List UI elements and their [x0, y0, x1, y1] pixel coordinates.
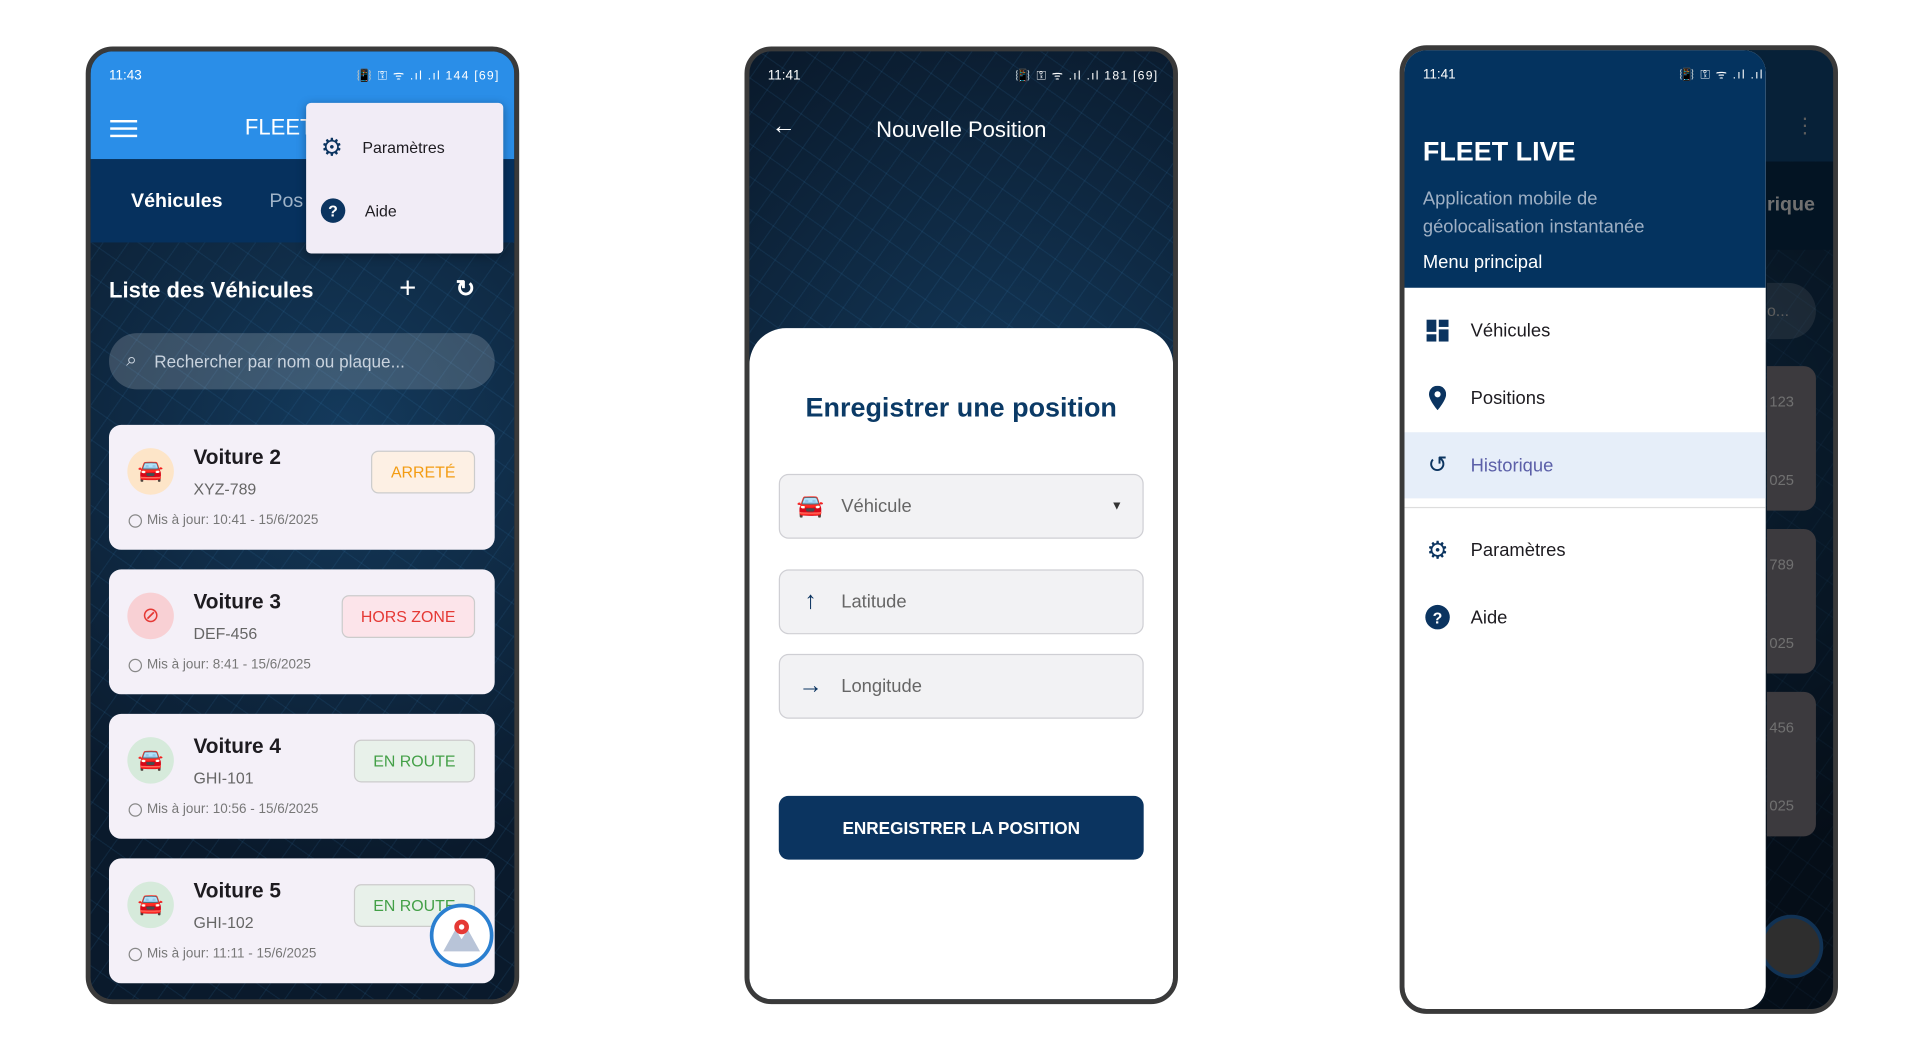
vehicle-plate: GHI-101	[193, 768, 254, 788]
status-bar: 11:41 📳 ⚿ ᯤ .ıl .ıl 24,0 [70]	[1405, 50, 1766, 97]
drawer-title: FLEET LIVE	[1422, 135, 1576, 167]
drawer-item-parametres[interactable]: ⚙ Paramètres	[1405, 517, 1766, 583]
menu-item-parametres[interactable]: ⚙ Paramètres	[321, 132, 445, 163]
gear-icon: ⚙	[320, 134, 343, 162]
car-icon: 🚘	[127, 881, 174, 929]
drawer-header: 11:41📳 ⚿ ᯤ .ıl .ıl 24,0 [70] FLEET LIVE …	[1404, 50, 1766, 288]
location-pin-icon	[1405, 385, 1471, 411]
status-icons: 📳 ⚿ ᯤ .ıl .ıl 24,0 [70]	[1679, 68, 1765, 83]
arrow-right-icon: →	[798, 672, 823, 700]
status-time: 11:41	[1422, 67, 1456, 83]
status-icons: 📳 ⚿ ᯤ .ıl .ıl 181 [69]	[1015, 69, 1159, 84]
vehicle-plate: GHI-102	[193, 913, 254, 932]
search-icon: ⌕	[126, 350, 138, 372]
tab-positions[interactable]: Pos	[269, 191, 303, 213]
form-heading: Enregistrer une position	[805, 391, 1117, 423]
vehicle-card[interactable]: 🚘 Voiture 4 GHI-101 Mis à jour: 10:56 - …	[108, 713, 495, 839]
status-badge: HORS ZONE	[341, 595, 476, 638]
updated-text: Mis à jour: 8:41 - 15/6/2025	[146, 657, 311, 673]
clock-icon	[128, 947, 143, 961]
updated-text: Mis à jour: 10:41 - 15/6/2025	[146, 513, 319, 528]
page-title: Nouvelle Position	[876, 117, 1047, 143]
refresh-icon[interactable]: ↻	[456, 276, 475, 304]
vehicle-label: Véhicule	[841, 495, 912, 517]
vehicle-card[interactable]: ⊘ Voiture 3 DEF-456 Mis à jour: 8:41 - 1…	[108, 569, 495, 695]
longitude-field[interactable]: → Longitude	[778, 653, 1144, 719]
status-bar: 11:41 📳 ⚿ ᯤ .ıl .ıl 181 [69]	[749, 51, 1173, 98]
app-title: FLEET	[244, 115, 314, 140]
phone-drawer: rique · · · o... 123 025 789 025 456 025 11:41 📳…	[1399, 45, 1838, 1014]
vehicle-updated: Mis à jour: 10:41 - 15/6/2025	[128, 513, 319, 528]
clock-icon	[128, 513, 143, 528]
search-placeholder: Rechercher par nom ou plaque...	[154, 351, 405, 372]
drawer-divider	[1404, 506, 1766, 509]
car-icon: 🚘	[127, 448, 174, 495]
latitude-label: Latitude	[841, 591, 907, 613]
vehicle-updated: Mis à jour: 8:41 - 15/6/2025	[128, 657, 311, 673]
help-icon: ?	[320, 198, 346, 223]
tab-vehicules[interactable]: Véhicules	[131, 191, 222, 213]
longitude-label: Longitude	[841, 675, 922, 697]
search-input[interactable]: ⌕ Rechercher par nom ou plaque...	[108, 333, 495, 390]
vehicle-updated: Mis à jour: 11:11 - 15/6/2025	[128, 946, 317, 962]
help-icon: ?	[1405, 604, 1471, 630]
add-vehicle-button[interactable]: +	[399, 272, 416, 306]
list-title: Liste des Véhicules	[108, 277, 314, 303]
save-position-button[interactable]: ENREGISTRER LA POSITION	[778, 795, 1144, 860]
drawer-section: Menu principal	[1422, 252, 1543, 274]
vehicle-dropdown[interactable]: 🚘 Véhicule ▼	[778, 473, 1144, 539]
drawer-label: Paramètres	[1470, 539, 1566, 561]
drawer-item-aide[interactable]: ? Aide	[1405, 584, 1766, 650]
drawer-item-vehicules[interactable]: Véhicules	[1405, 298, 1766, 364]
vehicle-updated: Mis à jour: 10:56 - 15/6/2025	[128, 802, 319, 817]
dropdown-arrow-icon: ▼	[1110, 499, 1123, 514]
status-badge: EN ROUTE	[353, 739, 476, 783]
status-time: 11:43	[108, 68, 142, 84]
drawer-label: Historique	[1470, 454, 1554, 476]
location-off-icon: ⊘	[127, 592, 174, 640]
menu-label: Aide	[364, 201, 397, 220]
updated-text: Mis à jour: 11:11 - 15/6/2025	[146, 946, 317, 962]
phone-new-position: 11:41 📳 ⚿ ᯤ .ıl .ıl 181 [69] ← Nouvelle P…	[744, 46, 1178, 1005]
overflow-menu: ⚙ Paramètres ? Aide	[306, 102, 504, 254]
map-pin-icon	[443, 919, 481, 952]
map-fab-button[interactable]	[429, 903, 494, 968]
vehicle-plate: XYZ-789	[193, 480, 257, 499]
car-icon: 🚘	[127, 737, 174, 784]
status-bar: 11:43 📳 ⚿ ᯤ .ıl .ıl 144 [69]	[91, 51, 515, 98]
gear-icon: ⚙	[1426, 536, 1449, 564]
drawer-item-positions[interactable]: Positions	[1405, 365, 1766, 431]
navigation-drawer: 11:41📳 ⚿ ᯤ .ıl .ıl 24,0 [70] FLEET LIVE …	[1404, 50, 1766, 1009]
vehicle-plate: DEF-456	[193, 624, 258, 643]
clock-icon	[128, 658, 143, 672]
drawer-label: Positions	[1470, 387, 1546, 409]
form-sheet: Enregistrer une position 🚘 Véhicule ▼ ↑ Lat…	[749, 328, 1174, 1000]
drawer-label: Véhicules	[1470, 320, 1551, 342]
status-badge: ARRETÉ	[371, 450, 476, 494]
history-icon: ↺	[1427, 452, 1448, 479]
vehicle-name: Voiture 2	[193, 445, 282, 469]
vehicle-name: Voiture 4	[193, 734, 282, 758]
vehicle-name: Voiture 3	[193, 590, 282, 614]
car-icon: 🚘	[796, 493, 825, 518]
menu-label: Paramètres	[362, 138, 445, 157]
latitude-field[interactable]: ↑ Latitude	[778, 569, 1144, 635]
dashboard-icon	[1405, 319, 1471, 342]
updated-text: Mis à jour: 10:56 - 15/6/2025	[146, 802, 319, 817]
phone-vehicle-list: 11:43 📳 ⚿ ᯤ .ıl .ıl 144 [69] FLEET Véhicu…	[85, 46, 520, 1005]
status-time: 11:41	[767, 68, 801, 84]
drawer-subtitle: Application mobile de géolocalisation in…	[1422, 188, 1645, 238]
arrow-up-icon: ↑	[804, 587, 817, 615]
menu-item-aide[interactable]: ? Aide	[320, 198, 397, 223]
clock-icon	[128, 802, 143, 817]
drawer-label: Aide	[1470, 606, 1508, 628]
vehicle-card[interactable]: 🚘 Voiture 2 XYZ-789 Mis à jour: 10:41 - …	[108, 424, 495, 550]
drawer-item-historique[interactable]: ↺ Historique	[1404, 432, 1766, 499]
hamburger-menu-icon[interactable]	[110, 120, 138, 138]
vehicle-name: Voiture 5	[193, 879, 282, 903]
status-icons: 📳 ⚿ ᯤ .ıl .ıl 144 [69]	[356, 69, 500, 84]
